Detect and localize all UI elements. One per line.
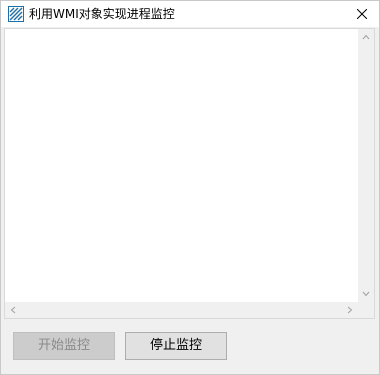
app-icon bbox=[8, 6, 24, 22]
chevron-left-icon bbox=[10, 306, 16, 314]
title-bar[interactable]: 利用WMI对象实现进程监控 bbox=[1, 1, 379, 27]
vertical-scrollbar[interactable] bbox=[358, 29, 374, 302]
scroll-left-button[interactable] bbox=[5, 302, 21, 318]
close-button[interactable] bbox=[345, 1, 379, 27]
start-monitoring-button[interactable]: 开始监控 bbox=[13, 332, 115, 360]
scroll-up-button[interactable] bbox=[358, 29, 374, 45]
scroll-right-button[interactable] bbox=[342, 302, 358, 318]
close-icon bbox=[357, 9, 367, 19]
horizontal-scrollbar[interactable] bbox=[5, 302, 358, 318]
chevron-down-icon bbox=[362, 291, 370, 297]
scroll-down-button[interactable] bbox=[358, 286, 374, 302]
scrollbar-corner bbox=[358, 302, 374, 318]
chevron-up-icon bbox=[362, 34, 370, 40]
app-window: 利用WMI对象实现进程监控 开始监控 停止监控 bbox=[0, 0, 380, 375]
stop-monitoring-button[interactable]: 停止监控 bbox=[125, 332, 227, 360]
process-list[interactable] bbox=[4, 28, 375, 319]
window-title: 利用WMI对象实现进程监控 bbox=[29, 7, 175, 21]
chevron-right-icon bbox=[347, 306, 353, 314]
